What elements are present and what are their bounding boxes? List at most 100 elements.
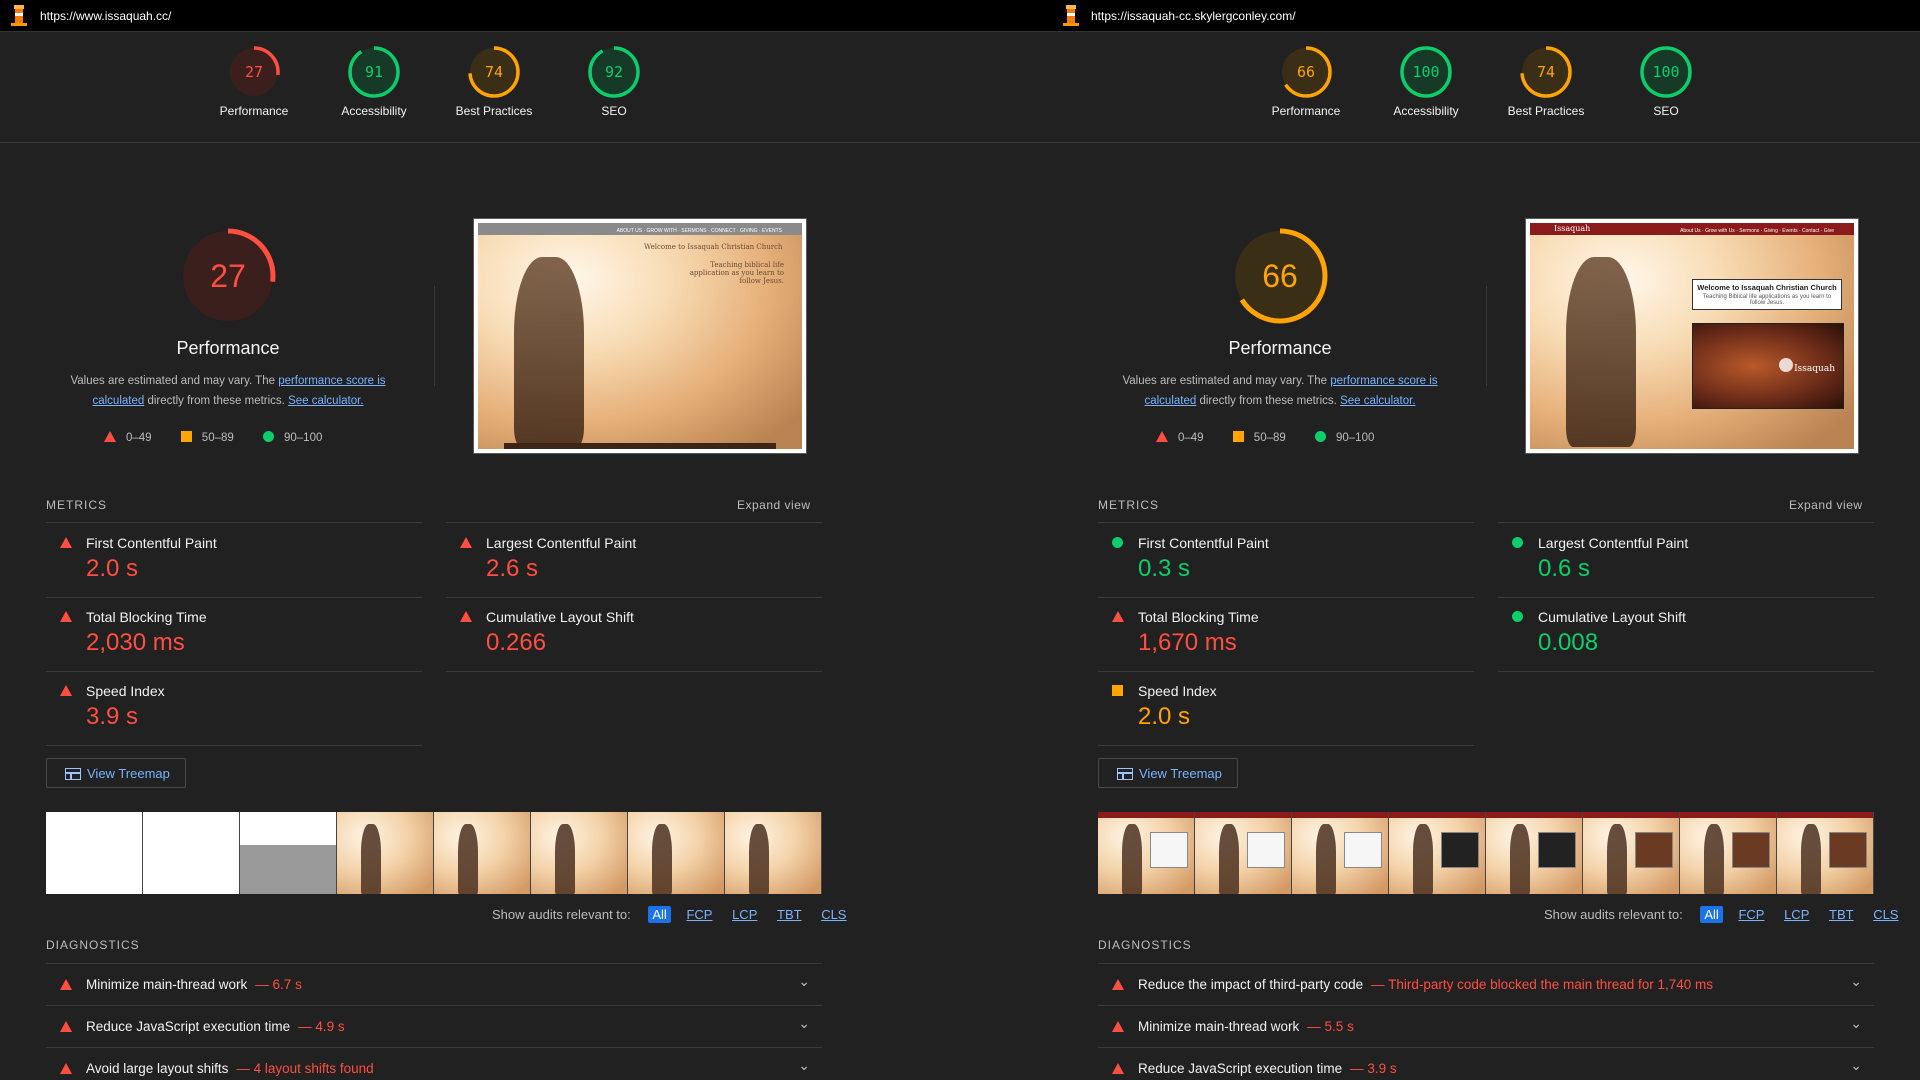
metric-name: Cumulative Layout Shift (1538, 609, 1686, 625)
gauge-accessibility[interactable]: 100 Accessibility (1366, 44, 1486, 118)
see-calculator-link[interactable]: See calculator. (288, 395, 363, 407)
chevron-down-icon[interactable]: ⌄ (798, 1015, 810, 1032)
filmstrip-frame (434, 812, 531, 894)
chevron-down-icon[interactable]: ⌄ (1850, 973, 1862, 990)
gauge-label: Performance (219, 104, 289, 118)
view-treemap-label: View Treemap (87, 766, 170, 781)
diagnostic-item[interactable]: Reduce JavaScript execution time — 3.9 s … (1098, 1047, 1874, 1080)
view-treemap-button[interactable]: View Treemap (1098, 758, 1238, 788)
gauge-label: Performance (1271, 104, 1341, 118)
gauge-score: 100 (1412, 63, 1440, 81)
metric-value: 2,030 ms (86, 629, 185, 656)
filmstrip-frame (240, 812, 337, 894)
average-square-icon (1232, 431, 1244, 442)
diagnostic-item[interactable]: Minimize main-thread work — 6.7 s ⌄ (46, 963, 822, 1006)
fail-triangle-icon (1112, 1021, 1124, 1032)
filmstrip-frame (337, 812, 434, 894)
filmstrip-frame (1777, 812, 1874, 894)
legend-average: 50–89 (1253, 432, 1286, 444)
left-report-panel: https://www.issaquah.cc/ 27 Performance … (0, 0, 960, 1080)
view-treemap-button[interactable]: View Treemap (46, 758, 186, 788)
report-url[interactable]: https://issaquah-cc.skylergconley.com/ (1091, 9, 1296, 23)
metric-name: Cumulative Layout Shift (486, 609, 634, 625)
metric-value: 0.3 s (1138, 555, 1191, 582)
performance-title: Performance (1228, 338, 1332, 358)
filter-all[interactable]: All (1700, 906, 1723, 923)
pass-circle-icon (1512, 611, 1523, 622)
performance-score: 27 (210, 258, 246, 294)
screenshot-nav: ABOUT US · GROW WITH · SERMONS · CONNECT… (478, 223, 802, 235)
gauge-score: 100 (1652, 63, 1680, 81)
chevron-down-icon[interactable]: ⌄ (798, 1057, 810, 1074)
see-calculator-link[interactable]: See calculator. (1340, 395, 1415, 407)
audit-display-value: — 4.9 s (298, 1019, 345, 1034)
score-legend: 0–49 50–89 90–100 (1156, 431, 1400, 444)
expand-view-toggle[interactable]: Expand view (1789, 498, 1863, 512)
audit-display-value: — 5.5 s (1307, 1019, 1354, 1034)
gauge-score: 92 (604, 63, 624, 81)
chevron-down-icon[interactable]: ⌄ (798, 973, 810, 990)
score-gauges: 66 Performance 100 Accessibility 74 Best… (960, 44, 1920, 134)
filter-tbt[interactable]: TBT (1825, 906, 1858, 923)
chevron-down-icon[interactable]: ⌄ (1850, 1015, 1862, 1032)
expand-view-toggle[interactable]: Expand view (737, 498, 811, 512)
url-bar: https://issaquah-cc.skylergconley.com/ (960, 0, 1920, 32)
score-gauges: 27 Performance 91 Accessibility 74 Best … (0, 44, 960, 134)
divider (0, 142, 960, 143)
metric-value: 3.9 s (86, 703, 139, 730)
filter-fcp[interactable]: FCP (682, 906, 716, 923)
gauge-performance[interactable]: 66 Performance (1246, 44, 1366, 118)
chevron-down-icon[interactable]: ⌄ (1850, 1057, 1862, 1074)
filmstrip-frame (1195, 812, 1292, 894)
metric-value: 2.0 s (86, 555, 139, 582)
metric-fcp: First Contentful Paint 0.3 s (1098, 523, 1474, 597)
gauge-best-practices[interactable]: 74 Best Practices (1486, 44, 1606, 118)
fail-triangle-icon (460, 611, 472, 622)
final-screenshot[interactable]: Issaquah About Us · Grow with Us · Sermo… (1525, 218, 1859, 454)
metric-value: 2.6 s (486, 555, 539, 582)
gauge-label: SEO (601, 104, 627, 118)
treemap-icon (1117, 768, 1133, 780)
diagnostic-item[interactable]: Reduce JavaScript execution time — 4.9 s … (46, 1005, 822, 1048)
gauge-label: Accessibility (341, 104, 407, 118)
report-url[interactable]: https://www.issaquah.cc/ (40, 9, 171, 23)
metric-name: Speed Index (1138, 683, 1217, 699)
pass-circle-icon (1512, 537, 1523, 548)
filter-lcp[interactable]: LCP (1780, 906, 1813, 923)
divider (46, 745, 422, 746)
filter-fcp[interactable]: FCP (1734, 906, 1768, 923)
gauge-performance[interactable]: 27 Performance (194, 44, 314, 118)
final-screenshot[interactable]: ABOUT US · GROW WITH · SERMONS · CONNECT… (473, 218, 807, 454)
filter-cls[interactable]: CLS (1869, 906, 1902, 923)
diagnostic-item[interactable]: Reduce the impact of third-party code — T… (1098, 963, 1874, 1006)
filter-cls[interactable]: CLS (817, 906, 850, 923)
audit-display-value: — 6.7 s (255, 977, 302, 992)
filter-tbt[interactable]: TBT (773, 906, 806, 923)
audit-title: Avoid large layout shifts (86, 1061, 229, 1076)
gauge-seo[interactable]: 100 SEO (1606, 44, 1726, 118)
metric-tbt: Total Blocking Time 2,030 ms (46, 597, 422, 671)
diagnostic-item[interactable]: Avoid large layout shifts — 4 layout shif… (46, 1047, 822, 1080)
gauge-score: 91 (364, 63, 384, 81)
gauge-accessibility[interactable]: 91 Accessibility (314, 44, 434, 118)
screenshot-brand: Issaquah (1554, 224, 1591, 233)
audit-title: Reduce JavaScript execution time (86, 1019, 291, 1034)
fail-triangle-icon (60, 1021, 72, 1032)
gauge-seo[interactable]: 92 SEO (554, 44, 674, 118)
screenshot-subtitle: Teaching biblical life application as yo… (689, 261, 784, 285)
metric-value: 0.6 s (1538, 555, 1591, 582)
filter-lcp[interactable]: LCP (728, 906, 761, 923)
divider (1098, 745, 1474, 746)
metric-name: Largest Contentful Paint (1538, 535, 1689, 551)
pass-circle-icon (1112, 537, 1123, 548)
filmstrip-frame (628, 812, 725, 894)
gauge-best-practices[interactable]: 74 Best Practices (434, 44, 554, 118)
screenshot-title: Welcome to Issaquah Christian Church (1697, 283, 1837, 292)
diagnostic-item[interactable]: Minimize main-thread work — 5.5 s ⌄ (1098, 1005, 1874, 1048)
diagnostics-heading: DIAGNOSTICS (1098, 938, 1192, 952)
divider (960, 142, 1920, 143)
gauge-label: Accessibility (1393, 104, 1459, 118)
audit-filter-bar: Show audits relevant to: All FCP LCP TBT… (1544, 906, 1902, 923)
filter-all[interactable]: All (648, 906, 671, 923)
performance-title: Performance (176, 338, 280, 358)
